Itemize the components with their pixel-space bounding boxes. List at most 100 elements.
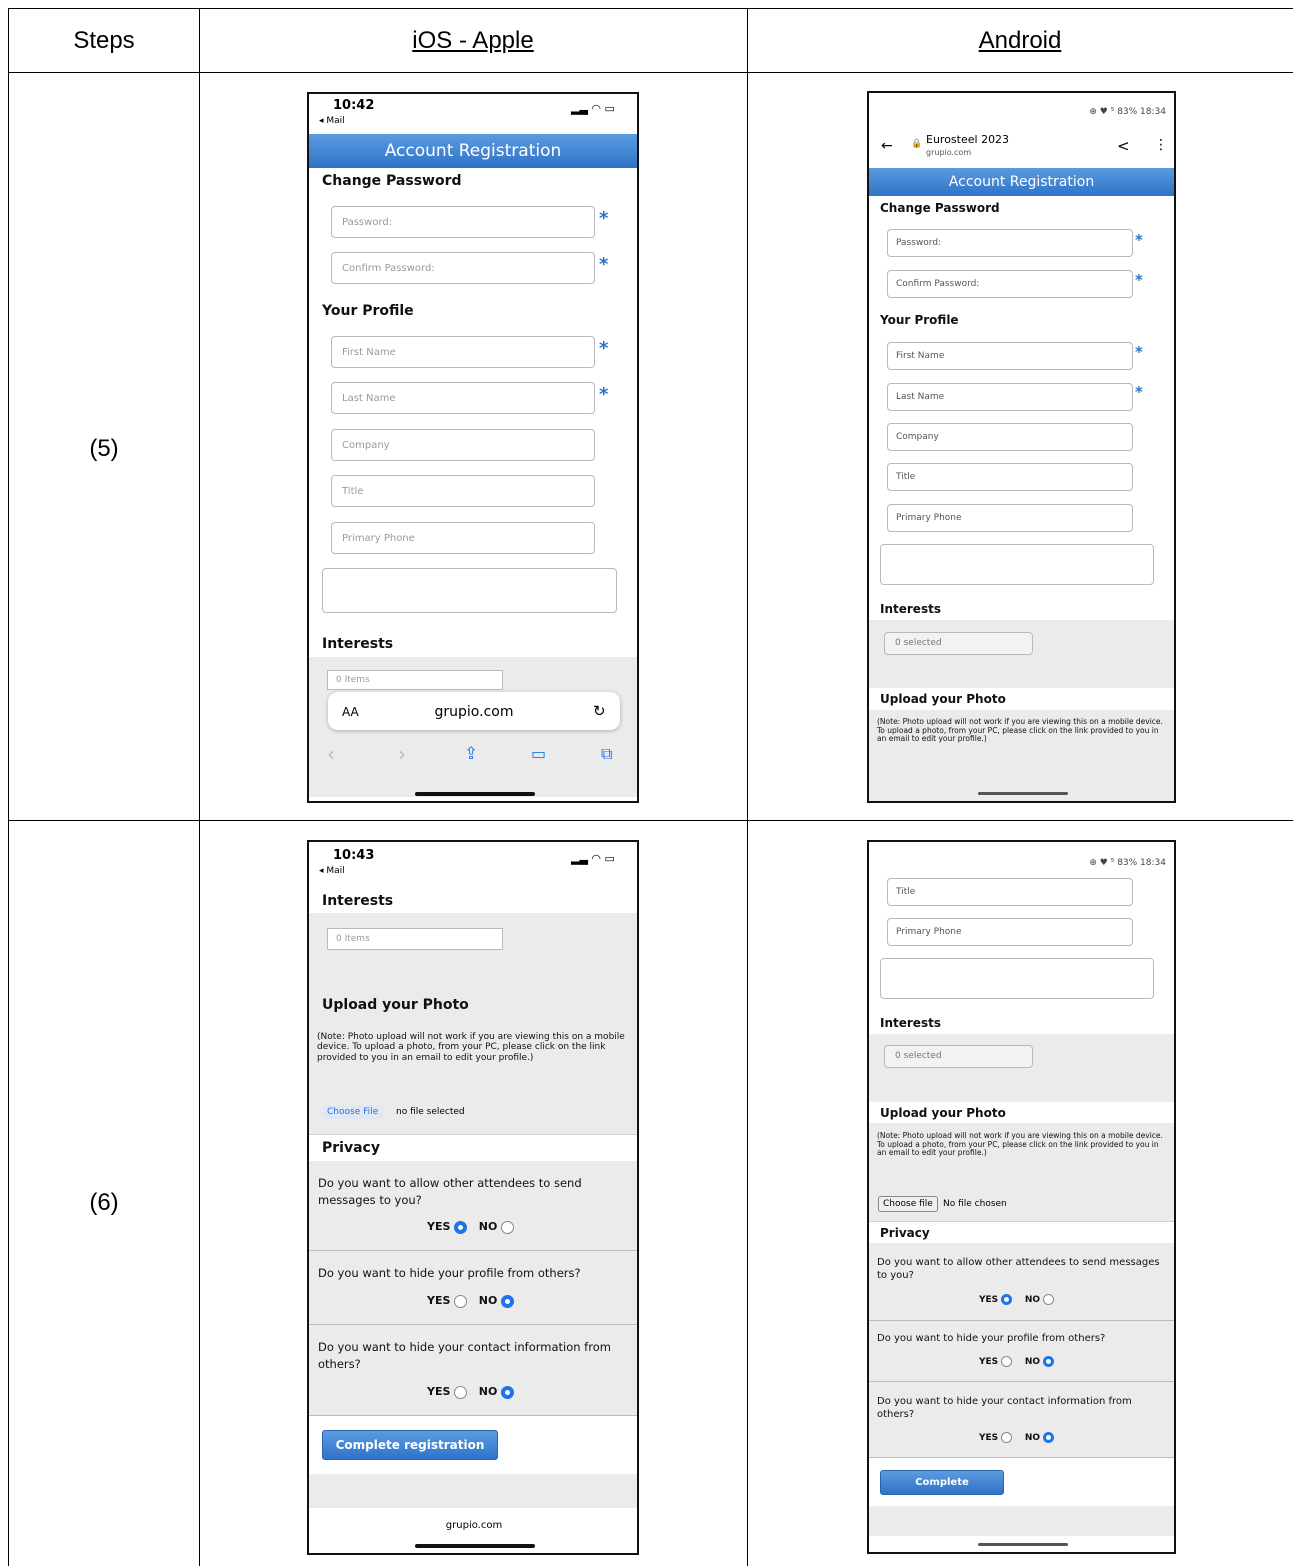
upload-photo-heading: Upload your Photo [880,1106,1006,1120]
required-asterisk: * [599,208,609,229]
title-input[interactable]: Title [331,475,595,507]
primary-phone-input[interactable]: Primary Phone [331,522,595,554]
password-input[interactable]: Password: [887,229,1133,257]
yes-no-options-3: YES NO [979,1432,1055,1443]
no-file-text: no file selected [396,1107,465,1117]
url-text[interactable]: grupio.com [309,1520,637,1531]
no-label: NO [478,1294,498,1307]
upload-note: (Note: Photo upload will not work if you… [877,1131,1163,1158]
status-icons: ▂▃ ◠ ▭ [571,102,615,115]
interests-select[interactable]: 0 selected [884,632,1033,655]
back-arrow-icon[interactable]: ← [881,138,893,154]
first-name-input[interactable]: First Name [331,336,595,368]
tabs-icon[interactable]: ⧉ [601,744,612,764]
no-radio-selected[interactable] [1043,1432,1055,1443]
upload-note: (Note: Photo upload will not work if you… [317,1032,625,1063]
last-name-input[interactable]: Last Name [887,383,1133,411]
status-icons: ▂▃ ◠ ▭ [571,852,615,865]
required-asterisk: * [599,338,609,359]
address-textarea[interactable] [322,568,617,613]
required-asterisk: * [599,254,609,275]
yes-radio-selected[interactable] [1001,1294,1013,1305]
company-input[interactable]: Company [887,423,1133,451]
footer-panel [869,1506,1174,1536]
confirm-password-input[interactable]: Confirm Password: [887,270,1133,298]
android-screenshot-step6: ⊕ ♥ ⁵ 83% 18:34 Title Primary Phone Inte… [867,840,1176,1554]
reload-icon[interactable]: ↻ [593,702,606,720]
back-arrow-icon[interactable]: ‹ [327,742,335,766]
footer-panel [309,1474,637,1508]
title-input[interactable]: Title [887,878,1133,906]
interests-select[interactable]: 0 Items [327,670,503,690]
question-hide-contact: Do you want to hide your contact informa… [877,1396,1132,1420]
divider [309,1415,637,1416]
status-time: 10:42 [333,98,375,113]
change-password-heading: Change Password [322,173,462,189]
more-options-icon[interactable]: ⋮ [1154,137,1168,153]
header-ios: iOS - Apple [412,27,534,54]
no-radio[interactable] [1043,1294,1055,1305]
bookmarks-icon[interactable]: ▭ [531,744,546,763]
account-registration-header: Account Registration [869,168,1174,196]
no-label: NO [1024,1357,1041,1367]
yes-radio[interactable] [1001,1356,1013,1367]
yes-radio-selected[interactable] [454,1220,468,1234]
header-steps: Steps [73,27,135,54]
no-radio[interactable] [501,1220,515,1234]
no-label: NO [1024,1433,1041,1443]
required-asterisk: * [1135,271,1143,289]
step-label-5: (5) [89,435,119,462]
yes-no-options-1: YES NO [979,1294,1055,1305]
yes-no-options-1: YES NO [427,1220,515,1234]
question-hide-contact: Do you want to hide your contact informa… [318,1340,611,1372]
url-text[interactable]: grupio.com [309,704,637,720]
back-to-mail-link[interactable]: ◂ Mail [319,116,345,126]
yes-radio[interactable] [454,1385,468,1399]
choose-file-button[interactable]: Choose File [321,1105,385,1119]
question-messages: Do you want to allow other attendees to … [877,1257,1160,1281]
address-textarea[interactable] [880,958,1154,999]
upload-photo-heading: Upload your Photo [322,997,469,1013]
first-name-input[interactable]: First Name [887,342,1133,370]
no-radio-selected[interactable] [501,1385,515,1399]
ios-screenshot-step6: 10:43 ◂ Mail ▂▃ ◠ ▭ Interests 0 Items Up… [307,840,639,1555]
primary-phone-input[interactable]: Primary Phone [887,504,1133,532]
step-label-6: (6) [89,1189,119,1216]
share-icon[interactable]: ⇪ [464,744,478,764]
password-input[interactable]: Password: [331,206,595,238]
no-label: NO [1024,1295,1041,1305]
interests-select[interactable]: 0 Items [327,928,503,950]
share-icon[interactable]: < [1117,137,1130,155]
complete-registration-button[interactable]: Complete registration [880,1470,1004,1511]
your-profile-heading: Your Profile [880,313,959,327]
required-asterisk: * [599,384,609,405]
interests-heading: Interests [322,893,394,909]
no-radio-selected[interactable] [501,1294,515,1308]
yes-label: YES [979,1295,999,1305]
back-to-mail-link[interactable]: ◂ Mail [319,866,345,876]
complete-registration-button[interactable]: Complete registration [322,1430,498,1460]
divider [869,1381,1174,1382]
confirm-password-input[interactable]: Confirm Password: [331,252,595,284]
yes-label: YES [427,1385,451,1398]
status-time: 10:43 [333,848,375,863]
company-input[interactable]: Company [331,429,595,461]
upload-note: (Note: Photo upload will not work if you… [877,717,1163,744]
forward-arrow-icon[interactable]: › [398,742,406,766]
yes-label: YES [979,1433,999,1443]
interests-select[interactable]: 0 selected [884,1045,1033,1068]
title-input[interactable]: Title [887,463,1133,491]
address-textarea[interactable] [880,544,1154,585]
required-asterisk: * [1135,343,1143,361]
yes-radio[interactable] [454,1294,468,1308]
divider [309,1324,637,1325]
last-name-input[interactable]: Last Name [331,382,595,414]
privacy-heading: Privacy [880,1226,930,1240]
choose-file-button[interactable]: Choose file [878,1196,938,1212]
no-radio-selected[interactable] [1043,1356,1055,1367]
header-android: Android [978,27,1062,54]
privacy-heading: Privacy [322,1140,380,1156]
primary-phone-input[interactable]: Primary Phone [887,918,1133,946]
yes-radio[interactable] [1001,1432,1013,1443]
row-divider [9,72,1293,73]
